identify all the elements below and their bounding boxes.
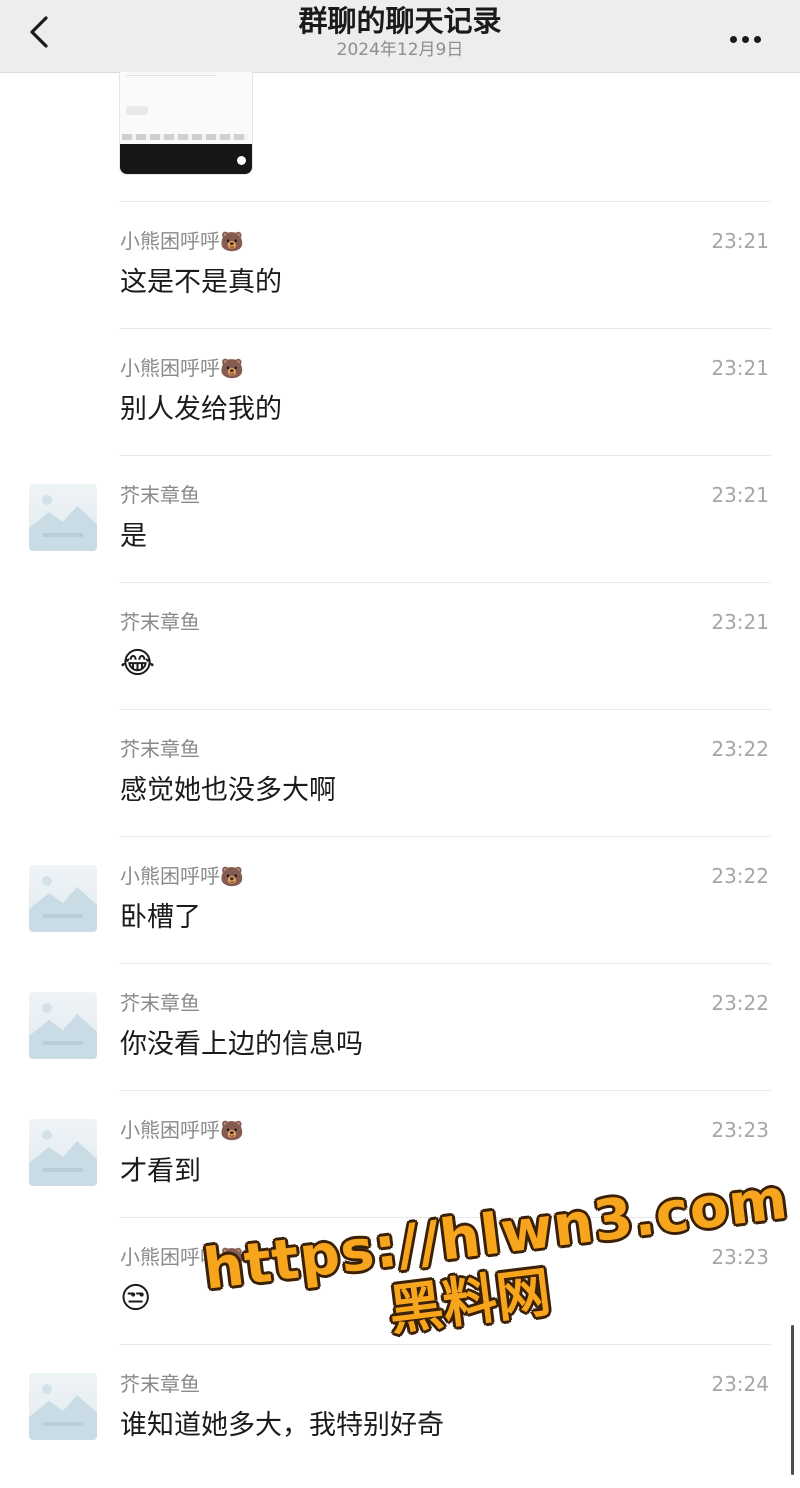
message-divider (119, 836, 771, 837)
image-placeholder-icon (29, 1384, 97, 1440)
sender-name: 小熊困呼呼 (120, 864, 220, 888)
message-time: 23:24 (711, 1372, 769, 1396)
chat-message[interactable]: 芥末章鱼 23:22 感觉她也没多大啊 (0, 709, 800, 836)
more-dot (742, 36, 749, 43)
sender-name: 芥末章鱼 (120, 1372, 200, 1396)
sender-name: 芥末章鱼 (120, 737, 200, 761)
bear-emoji-icon: 🐻 (220, 1120, 244, 1142)
thumb-detail (126, 106, 148, 115)
chat-message[interactable]: 小熊困呼呼🐻 23:23 😒 (0, 1217, 800, 1344)
message-time: 23:21 (711, 483, 769, 507)
thumb-detail (126, 75, 216, 76)
message-text: 别人发给我的 (120, 394, 282, 425)
more-dots-icon (730, 36, 737, 43)
chat-message[interactable]: 芥末章鱼 23:22 你没看上边的信息吗 (0, 963, 800, 1090)
more-dot (754, 36, 761, 43)
message-time: 23:22 (711, 991, 769, 1015)
message-sender: 小熊困呼呼🐻 (120, 862, 244, 891)
message-divider (119, 582, 771, 583)
message-divider (119, 709, 771, 710)
sender-name: 小熊困呼呼 (120, 356, 220, 380)
message-divider (119, 963, 771, 964)
bear-emoji-icon: 🐻 (220, 358, 244, 380)
message-time: 23:23 (711, 1245, 769, 1269)
message-sender: 小熊困呼呼🐻 (120, 1116, 244, 1145)
message-text: 是 (120, 521, 147, 552)
message-divider (119, 455, 771, 456)
message-time: 23:21 (711, 356, 769, 380)
chat-message[interactable]: 芥末章鱼 23:24 谁知道她多大，我特别好奇 (0, 1344, 800, 1471)
message-text: 你没看上边的信息吗 (120, 1029, 363, 1060)
scrollbar[interactable] (791, 1325, 794, 1475)
page-title: 群聊的聊天记录 (298, 4, 502, 38)
message-text: 这是不是真的 (120, 267, 282, 298)
avatar[interactable] (29, 1373, 97, 1440)
message-sender: 小熊困呼呼🐻 (120, 354, 244, 383)
message-divider (119, 1344, 771, 1345)
image-placeholder-icon (29, 495, 97, 551)
message-text: 谁知道她多大，我特别好奇 (120, 1410, 444, 1441)
bear-emoji-icon: 🐻 (220, 231, 244, 253)
message-time: 23:21 (711, 610, 769, 634)
message-time: 23:22 (711, 737, 769, 761)
chat-message[interactable]: 芥末章鱼 23:21 😂 (0, 582, 800, 709)
message-time: 23:23 (711, 1118, 769, 1142)
image-message-thumbnail[interactable] (119, 72, 253, 175)
message-sender: 小熊困呼呼🐻 (120, 1243, 244, 1272)
message-sender: 芥末章鱼 (120, 608, 200, 636)
message-text: 😂 (120, 646, 156, 681)
message-divider (119, 201, 771, 202)
message-divider (119, 1090, 771, 1091)
image-placeholder-icon (29, 1003, 97, 1059)
message-sender: 小熊困呼呼🐻 (120, 227, 244, 256)
message-time: 23:22 (711, 864, 769, 888)
sender-name: 小熊困呼呼 (120, 1245, 220, 1269)
sender-name: 芥末章鱼 (120, 991, 200, 1015)
avatar[interactable] (29, 865, 97, 932)
message-sender: 芥末章鱼 (120, 481, 200, 509)
message-text: 卧槽了 (120, 902, 201, 933)
chat-message[interactable]: 小熊困呼呼🐻 23:23 才看到 (0, 1090, 800, 1217)
sender-name: 小熊困呼呼 (120, 1118, 220, 1142)
message-divider (119, 328, 771, 329)
title-block: 群聊的聊天记录 2024年12月9日 (0, 2, 800, 60)
chat-message[interactable]: 小熊困呼呼🐻 23:21 这是不是真的 (0, 201, 800, 328)
sender-name: 小熊困呼呼 (120, 229, 220, 253)
message-sender: 芥末章鱼 (120, 989, 200, 1017)
message-text: 感觉她也没多大啊 (120, 775, 336, 806)
image-placeholder-icon (29, 1130, 97, 1186)
avatar[interactable] (29, 992, 97, 1059)
sender-name: 芥末章鱼 (120, 610, 200, 634)
chat-message[interactable]: 小熊困呼呼🐻 23:22 卧槽了 (0, 836, 800, 963)
chat-message[interactable]: 小熊困呼呼🐻 23:21 别人发给我的 (0, 328, 800, 455)
message-sender: 芥末章鱼 (120, 1370, 200, 1398)
message-divider (119, 1217, 771, 1218)
page-subtitle-date: 2024年12月9日 (336, 40, 464, 60)
message-text: 😒 (120, 1281, 152, 1316)
more-options-button[interactable] (730, 28, 774, 43)
avatar[interactable] (29, 1119, 97, 1186)
avatar[interactable] (29, 484, 97, 551)
message-text: 才看到 (120, 1156, 201, 1187)
thumb-bottom-bar (120, 144, 252, 174)
image-placeholder-icon (29, 876, 97, 932)
chat-message[interactable]: 芥末章鱼 23:21 是 (0, 455, 800, 582)
bear-emoji-icon: 🐻 (220, 866, 244, 888)
nav-bar: 群聊的聊天记录 2024年12月9日 (0, 0, 800, 73)
heart-icon (237, 156, 246, 165)
sender-name: 芥末章鱼 (120, 483, 200, 507)
bear-emoji-icon: 🐻 (220, 1247, 244, 1269)
message-time: 23:21 (711, 229, 769, 253)
message-sender: 芥末章鱼 (120, 735, 200, 763)
thumb-detail (122, 134, 248, 140)
